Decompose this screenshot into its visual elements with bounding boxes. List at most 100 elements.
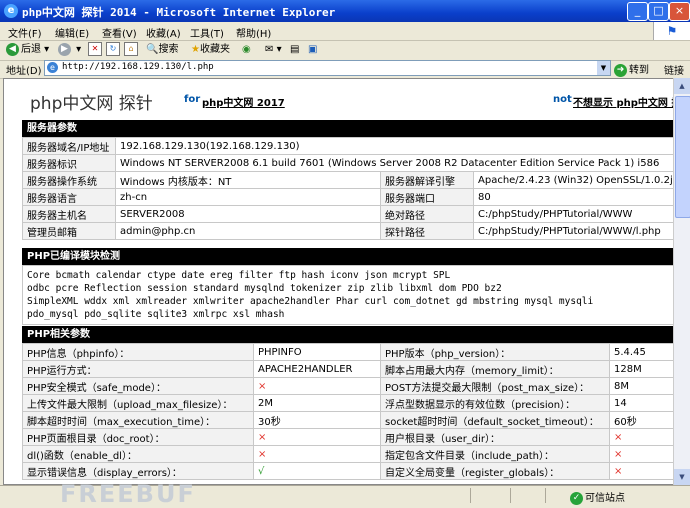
- menu-edit[interactable]: 编辑(E): [55, 25, 89, 40]
- media-button[interactable]: ◉: [242, 42, 251, 58]
- scroll-thumb[interactable]: [675, 96, 690, 218]
- module-line: odbc pcre Reflection session standard my…: [27, 283, 502, 294]
- vertical-scrollbar[interactable]: ▲ ▼: [673, 78, 690, 485]
- back-label: 后退: [21, 44, 41, 55]
- cell-value: APACHE2HANDLER: [253, 360, 381, 378]
- print-icon: ▤: [290, 44, 300, 55]
- menu-help[interactable]: 帮助(H): [236, 25, 271, 40]
- stop-icon: ✕: [88, 42, 102, 56]
- cell-label: 指定包含文件目录（include_path）：: [380, 445, 610, 463]
- security-zone: ✓ 可信站点: [570, 489, 625, 505]
- scroll-down-icon[interactable]: ▼: [674, 469, 690, 485]
- cell-label: 服务器解译引擎: [380, 171, 474, 189]
- close-button[interactable]: ×: [669, 2, 690, 21]
- cell-value: Windows 内核版本：NT: [115, 171, 381, 189]
- cell-value: ×: [253, 445, 381, 463]
- favorites-label: 收藏夹: [199, 44, 230, 55]
- mail-button[interactable]: ✉ ▾: [265, 42, 282, 58]
- address-label: 地址(D): [6, 66, 42, 77]
- cell-value: Windows NT SERVER2008 6.1 build 7601 (Wi…: [115, 154, 673, 172]
- scroll-up-icon[interactable]: ▲: [674, 78, 690, 94]
- cell-label: 管理员邮箱: [22, 222, 116, 240]
- page-viewport: php中文网 探针 for php中文网 2017 not 不想显示 php中文…: [3, 78, 674, 485]
- page-favicon-icon: e: [47, 62, 58, 73]
- go-button[interactable]: ➜ 转到: [614, 61, 649, 77]
- cell-value: ×: [253, 428, 381, 446]
- cell-label: 脚本超时时间（max_execution_time）：: [22, 411, 254, 429]
- cell-label: 自定义全局变量（register_globals）：: [380, 462, 610, 480]
- edit-page-button[interactable]: ▣: [308, 42, 317, 58]
- cell-value: zh-cn: [115, 188, 381, 206]
- not-label: not: [553, 94, 572, 105]
- cell-label: socket超时时间（default_socket_timeout）：: [380, 411, 610, 429]
- table-row: 服务器语言 zh-cn 服务器端口 80: [22, 188, 673, 206]
- cell-label: 服务器端口: [380, 188, 474, 206]
- search-icon: 🔍: [146, 44, 159, 55]
- server-params-table: 服务器域名/IP地址 192.168.129.130(192.168.129.1…: [22, 137, 673, 240]
- address-dropdown-icon[interactable]: ▼: [597, 61, 610, 75]
- table-row: 显示错误信息（display_errors）： √ 自定义全局变量（register…: [22, 462, 673, 480]
- cell-value: C:/phpStudy/PHPTutorial/WWW: [473, 205, 673, 223]
- cell-label: POST方法提交最大限制（post_max_size）：: [380, 377, 610, 395]
- menu-view[interactable]: 查看(V): [102, 25, 137, 40]
- cell-label: 显示错误信息（display_errors）：: [22, 462, 254, 480]
- home-button[interactable]: ⌂: [124, 42, 138, 58]
- cell-label: 绝对路径: [380, 205, 474, 223]
- php-params-title: PHP相关参数: [22, 326, 673, 343]
- modules-list: Core bcmath calendar ctype date ereg fil…: [22, 265, 673, 325]
- cell-value: 128M: [609, 360, 673, 378]
- ie-logo-icon: e: [4, 4, 18, 18]
- menu-file[interactable]: 文件(F): [8, 25, 42, 40]
- edit-icon: ▣: [308, 44, 318, 55]
- modules-title: PHP已编译模块检测: [22, 248, 673, 265]
- maximize-button[interactable]: □: [648, 2, 669, 21]
- for-link[interactable]: php中文网 2017: [202, 94, 285, 109]
- status-divider: [545, 488, 546, 503]
- back-button[interactable]: ◀ 后退 ▾: [6, 42, 49, 58]
- cell-label: PHP安全模式（safe_mode）：: [22, 377, 254, 395]
- title-bar: e php中文网 探针 2014 - Microsoft Internet Ex…: [0, 0, 690, 22]
- search-button[interactable]: 🔍搜索: [146, 42, 178, 58]
- page-header: php中文网 探针 for php中文网 2017 not 不想显示 php中文…: [4, 79, 673, 117]
- table-row: 管理员邮箱 admin@php.cn 探针路径 C:/phpStudy/PHPT…: [22, 222, 673, 240]
- favorites-button[interactable]: ★收藏夹: [191, 42, 230, 58]
- cell-value: √: [253, 462, 381, 480]
- address-url[interactable]: http://192.168.129.130/l.php: [62, 62, 214, 72]
- brand-title: php中文网 探针: [30, 94, 153, 114]
- table-row: 服务器域名/IP地址 192.168.129.130(192.168.129.1…: [22, 137, 673, 155]
- windows-flag-icon: ⚑: [653, 22, 690, 40]
- minimize-button[interactable]: _: [627, 2, 648, 21]
- trusted-check-icon: ✓: [570, 491, 583, 505]
- cell-label: 浮点型数据显示的有效位数（precision）：: [380, 394, 610, 412]
- hide-link[interactable]: 不想显示 php中文网 探: [573, 94, 673, 109]
- status-bar: FREEBUF ✓ 可信站点: [0, 480, 690, 508]
- cell-value: 14: [609, 394, 673, 412]
- cell-value: 80: [473, 188, 673, 206]
- cell-label: 服务器操作系统: [22, 171, 116, 189]
- print-button[interactable]: ▤: [290, 42, 299, 58]
- zone-label: 可信站点: [585, 493, 625, 504]
- refresh-icon: ↻: [106, 42, 120, 56]
- cell-label: 服务器主机名: [22, 205, 116, 223]
- cell-label: dl()函数（enable_dl）：: [22, 445, 254, 463]
- table-row: 上传文件最大限制（upload_max_filesize）： 2M 浮点型数据显示的…: [22, 394, 673, 412]
- links-button[interactable]: 链接: [664, 62, 684, 77]
- menu-tools[interactable]: 工具(T): [190, 25, 224, 40]
- stop-button[interactable]: ✕: [88, 42, 102, 58]
- table-row: 服务器主机名 SERVER2008 绝对路径 C:/phpStudy/PHPTu…: [22, 205, 673, 223]
- star-icon: ★: [191, 44, 200, 55]
- cell-value: 60秒: [609, 411, 673, 429]
- cell-value: ×: [253, 377, 381, 395]
- menu-favorites[interactable]: 收藏(A): [146, 25, 181, 40]
- cell-value: Apache/2.4.23 (Win32) OpenSSL/1.0.2j PHP…: [473, 171, 673, 189]
- cell-value: C:/phpStudy/PHPTutorial/WWW/l.php: [473, 222, 673, 240]
- php-params-section: PHP相关参数 PHP信息（phpinfo）： PHPINFO PHP版本（php_…: [22, 326, 673, 480]
- table-row: PHP运行方式： APACHE2HANDLER 脚本占用最大内存（memory_li…: [22, 360, 673, 378]
- cell-value: 192.168.129.130(192.168.129.130): [115, 137, 673, 155]
- server-params-title: 服务器参数: [22, 120, 673, 137]
- forward-button[interactable]: ▶ ▾: [58, 42, 81, 58]
- address-input[interactable]: e http://192.168.129.130/l.php ▼: [44, 60, 611, 76]
- go-label: 转到: [629, 65, 649, 76]
- refresh-button[interactable]: ↻: [106, 42, 120, 58]
- address-bar: 地址(D) e http://192.168.129.130/l.php ▼ ➜…: [0, 58, 690, 79]
